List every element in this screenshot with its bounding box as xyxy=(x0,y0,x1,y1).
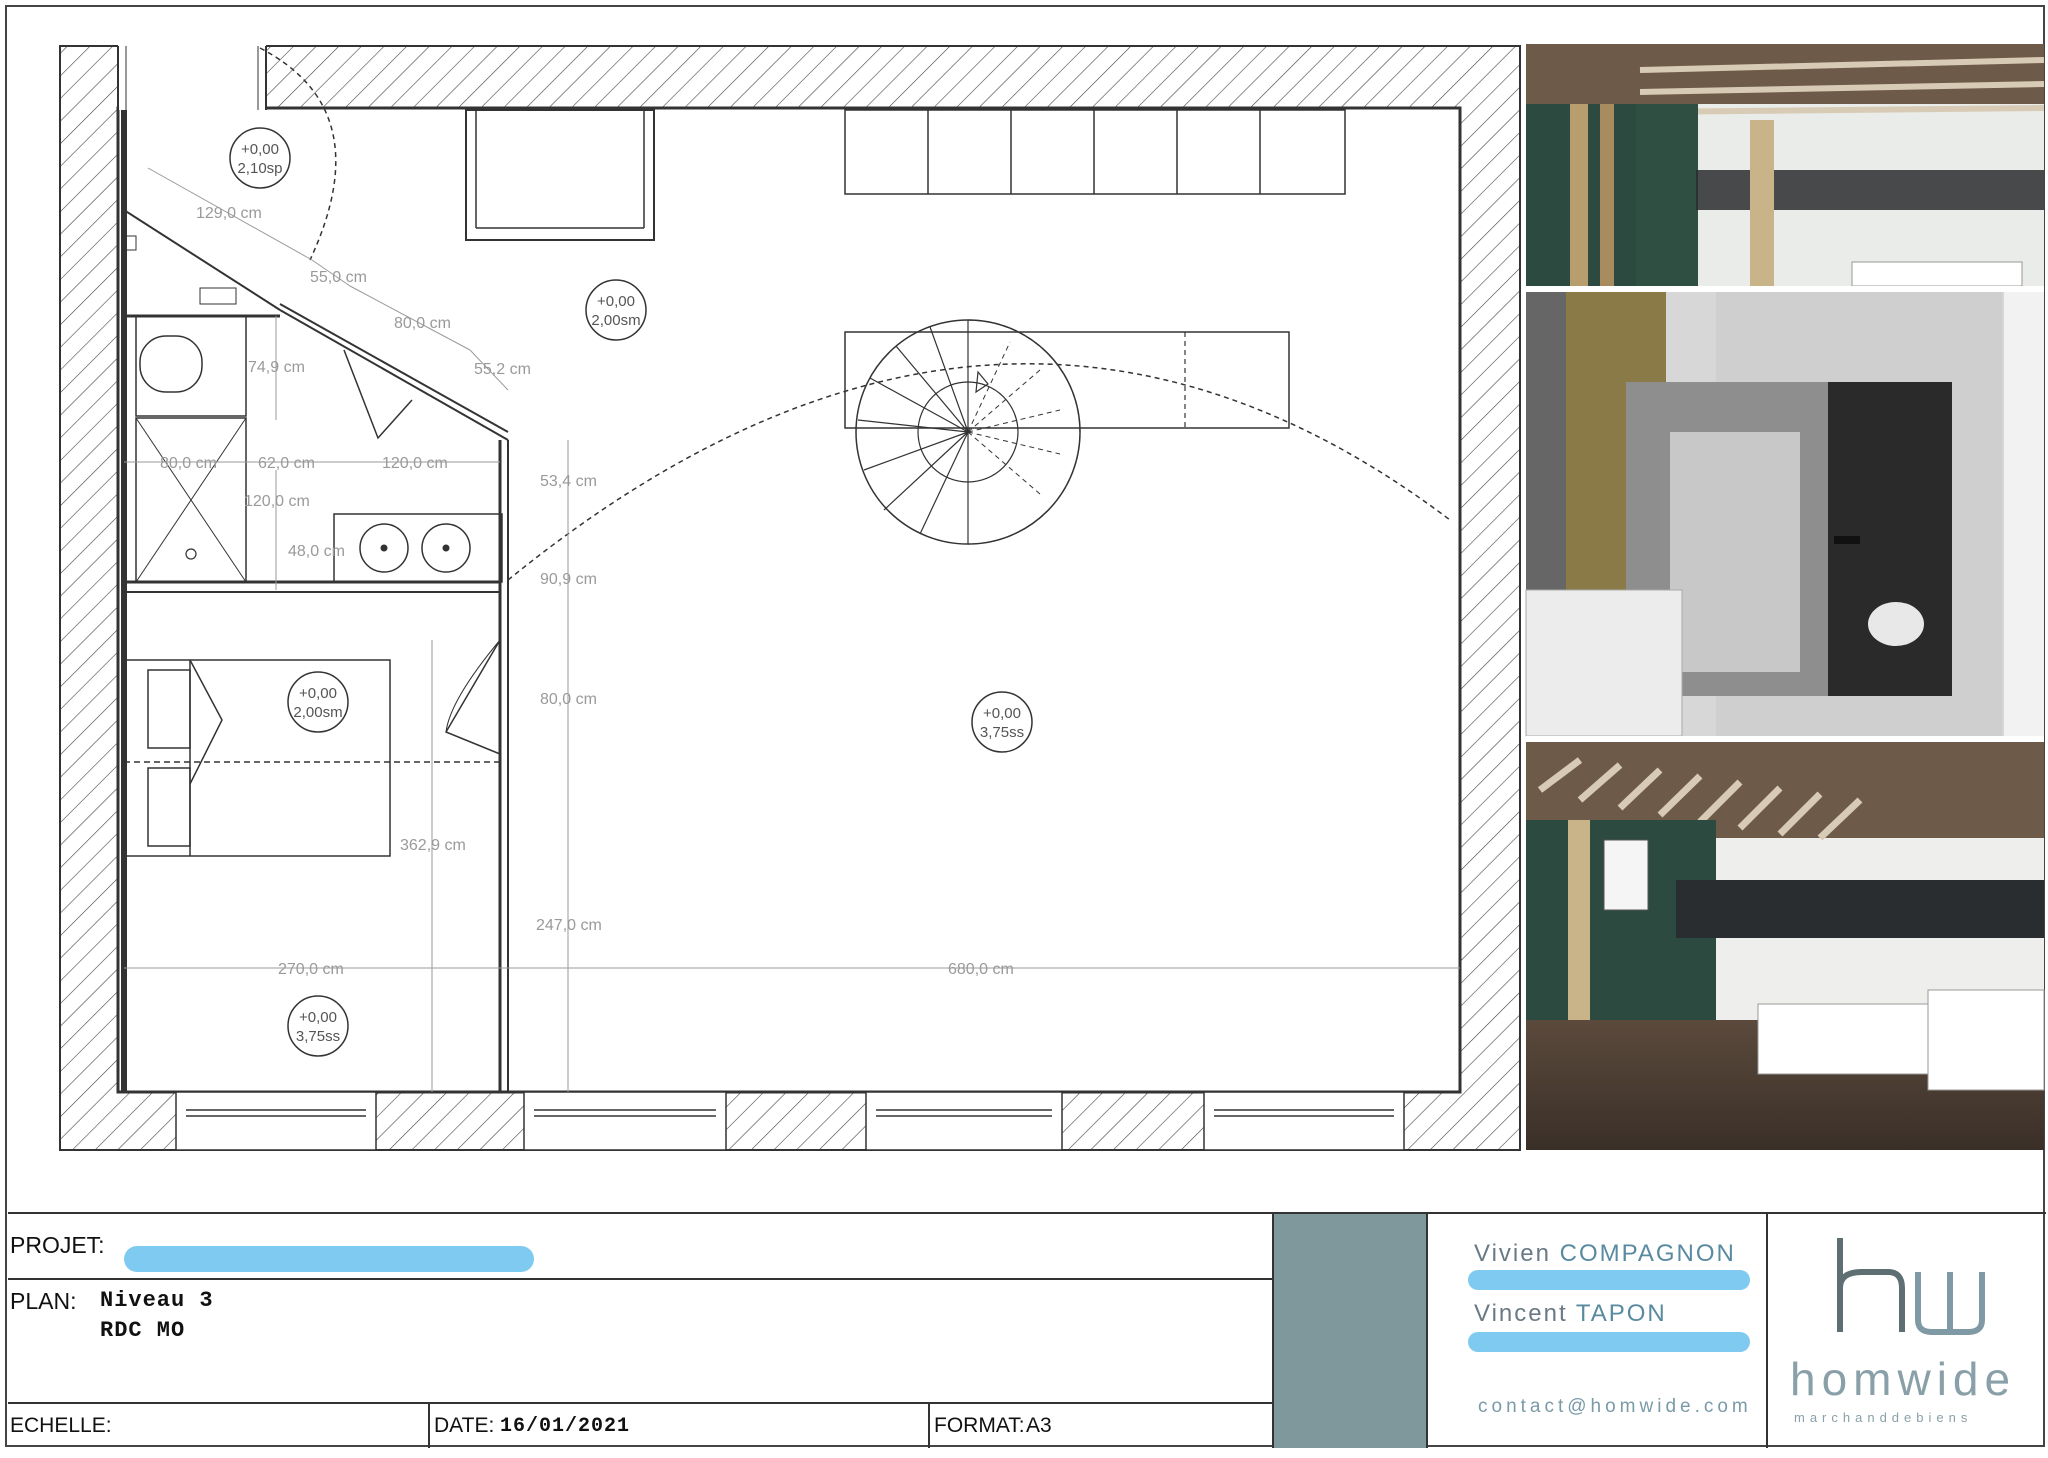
dim-label: 120,0 cm xyxy=(382,455,448,472)
contact-2: Vincent TAPON xyxy=(1474,1300,1667,1328)
dim-label: 129,0 cm xyxy=(196,205,262,222)
level-bottom: 2,00sm xyxy=(591,312,640,329)
dim-label: 74,9 cm xyxy=(248,359,305,376)
plan-row: PLAN: Niveau 3 RDC MO xyxy=(8,1280,1274,1404)
plan-name-line1: Niveau 3 xyxy=(100,1288,214,1313)
dim-label: 62,0 cm xyxy=(258,455,315,472)
level-marker: +0,00 2,00sm xyxy=(287,671,349,733)
dim-label: 80,0 cm xyxy=(160,455,217,472)
contact-2-first: Vincent xyxy=(1474,1300,1568,1327)
dim-label: 270,0 cm xyxy=(278,961,344,978)
level-top: +0,00 xyxy=(241,141,279,158)
level-marker: +0,00 3,75ss xyxy=(971,691,1033,753)
redaction-mark xyxy=(1468,1270,1750,1290)
title-block: PROJET: PLAN: Niveau 3 RDC MO ECHELLE: D… xyxy=(8,1212,2046,1450)
date-cell: DATE: 16/01/2021 xyxy=(430,1404,930,1448)
dim-label: 48,0 cm xyxy=(288,543,345,560)
projet-label: PROJET: xyxy=(10,1232,105,1258)
date-label: DATE: xyxy=(434,1414,495,1437)
accent-block xyxy=(1274,1214,1428,1448)
dim-label: 120,0 cm xyxy=(244,493,310,510)
format-label: FORMAT: xyxy=(934,1414,1025,1437)
plan-name-line2: RDC MO xyxy=(100,1318,186,1343)
level-top: +0,00 xyxy=(597,293,635,310)
brand-logo-icon xyxy=(1837,1238,1985,1335)
dim-label: 247,0 cm xyxy=(536,917,602,934)
projet-row: PROJET: xyxy=(8,1214,1274,1280)
redaction-mark xyxy=(124,1246,534,1272)
date-value: 16/01/2021 xyxy=(500,1415,631,1438)
level-top: +0,00 xyxy=(983,705,1021,722)
brand-tagline: marchanddebiens xyxy=(1794,1410,1973,1425)
contact-cell: Vivien COMPAGNON Vincent TAPON contact@h… xyxy=(1428,1214,1768,1448)
level-marker: +0,00 2,10sp xyxy=(229,127,291,189)
contact-1-last: COMPAGNON xyxy=(1559,1240,1736,1267)
contact-1-first: Vivien xyxy=(1474,1240,1551,1267)
level-marker: +0,00 2,00sm xyxy=(585,279,647,341)
level-bottom: 2,10sp xyxy=(237,160,282,177)
level-top: +0,00 xyxy=(299,1009,337,1026)
dim-label: 80,0 cm xyxy=(540,691,597,708)
dim-label: 362,9 cm xyxy=(400,837,466,854)
bathroom-render xyxy=(1525,292,2044,737)
dim-label: 55,0 cm xyxy=(310,269,367,286)
contact-2-last: TAPON xyxy=(1575,1300,1667,1327)
dim-label: 80,0 cm xyxy=(394,315,451,332)
format-value: A3 xyxy=(1026,1414,1052,1437)
level-bottom: 3,75ss xyxy=(980,724,1024,741)
level-bottom: 3,75ss xyxy=(296,1028,340,1045)
contact-email[interactable]: contact@homwide.com xyxy=(1478,1396,1752,1418)
exterior-walls xyxy=(59,44,1521,1151)
living-room-render xyxy=(1526,742,2045,1150)
format-cell: FORMAT: A3 xyxy=(930,1404,1274,1448)
level-bottom: 2,00sm xyxy=(293,704,342,721)
echelle-label: ECHELLE: xyxy=(10,1414,112,1437)
level-top: +0,00 xyxy=(299,685,337,702)
dim-label: 90,9 cm xyxy=(540,571,597,588)
brand-name: homwide xyxy=(1790,1353,2017,1405)
dim-label: 53,4 cm xyxy=(540,473,597,490)
contact-1: Vivien COMPAGNON xyxy=(1474,1240,1736,1268)
echelle-cell: ECHELLE: xyxy=(8,1404,430,1448)
plan-label: PLAN: xyxy=(10,1288,77,1314)
brand-cell: homwide marchanddebiens xyxy=(1768,1214,2046,1448)
mezzanine-render xyxy=(1526,44,2045,287)
dim-label: 680,0 cm xyxy=(948,961,1014,978)
dim-label: 55,2 cm xyxy=(474,361,531,378)
level-marker: +0,00 3,75ss xyxy=(287,995,349,1057)
redaction-mark xyxy=(1468,1332,1750,1352)
